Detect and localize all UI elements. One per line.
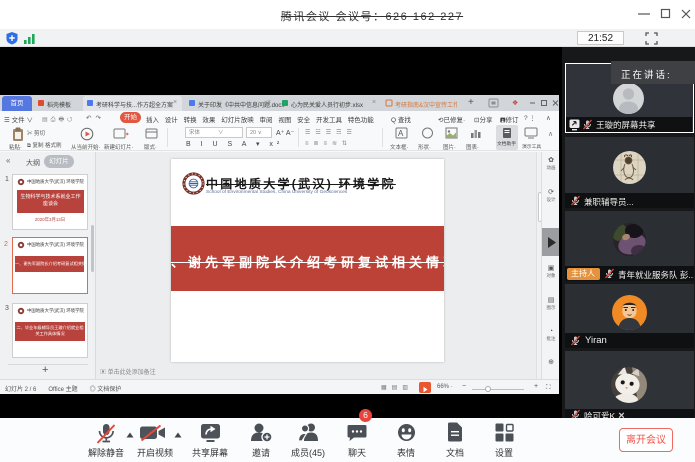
svg-text:A: A — [398, 129, 404, 138]
